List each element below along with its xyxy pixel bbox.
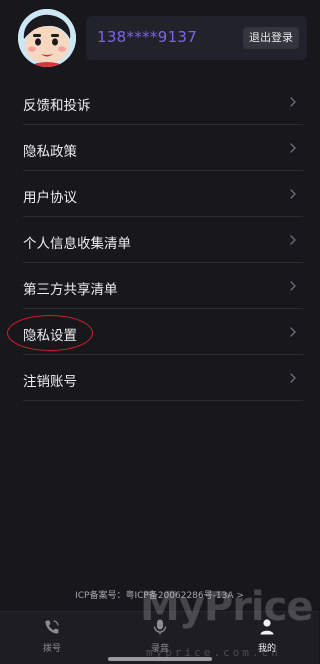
person-icon [260, 619, 274, 635]
menu-item-label: 第三方共享清单 [23, 282, 118, 298]
chevron-right-icon [290, 327, 296, 337]
cartoon-avatar-icon [18, 9, 76, 67]
tab-recording[interactable]: 录音 [130, 618, 190, 654]
menu-item-third-party-sharing[interactable]: 第三方共享清单 [23, 263, 303, 309]
menu-item-label: 用户协议 [23, 190, 77, 206]
logout-button[interactable]: 退出登录 [243, 27, 299, 49]
menu-item-privacy-settings[interactable]: 隐私设置 [23, 309, 303, 355]
app-screen: 138****9137 退出登录 反馈和投诉 隐私政策 用户协议 个人信息收集清… [0, 0, 319, 664]
tab-label: 我的 [257, 644, 276, 654]
menu-item-personal-info-list[interactable]: 个人信息收集清单 [23, 217, 303, 263]
menu-item-label: 隐私政策 [23, 144, 77, 160]
chevron-right-icon [290, 189, 296, 199]
home-indicator [108, 657, 212, 661]
menu-item-label: 个人信息收集清单 [23, 236, 131, 252]
tab-dial[interactable]: 拨号 [22, 618, 82, 654]
phone-number: 138****9137 [97, 28, 198, 46]
menu-item-label: 注销账号 [23, 374, 77, 390]
menu-item-label: 反馈和投诉 [23, 98, 91, 114]
menu-item-user-agreement[interactable]: 用户协议 [23, 171, 303, 217]
icp-record-link[interactable]: ICP备案号：粤ICP备20062286号-13A > [0, 588, 319, 601]
tab-label: 录音 [150, 644, 169, 654]
chevron-right-icon [290, 235, 296, 245]
chevron-right-icon [290, 373, 296, 383]
menu-item-label: 隐私设置 [23, 328, 77, 344]
user-info-card: 138****9137 退出登录 [86, 16, 307, 60]
menu-item-feedback[interactable]: 反馈和投诉 [23, 79, 303, 125]
phone-dial-icon [45, 620, 59, 634]
menu-item-privacy-policy[interactable]: 隐私政策 [23, 125, 303, 171]
chevron-right-icon [290, 281, 296, 291]
avatar[interactable] [18, 9, 76, 67]
tab-mine[interactable]: 我的 [237, 618, 297, 654]
microphone-icon [153, 619, 167, 635]
settings-menu: 反馈和投诉 隐私政策 用户协议 个人信息收集清单 第三方共享清单 隐私设置 注销… [23, 79, 303, 401]
tab-label: 拨号 [42, 644, 61, 654]
chevron-right-icon [290, 97, 296, 107]
menu-item-delete-account[interactable]: 注销账号 [23, 355, 303, 401]
chevron-right-icon [290, 143, 296, 153]
